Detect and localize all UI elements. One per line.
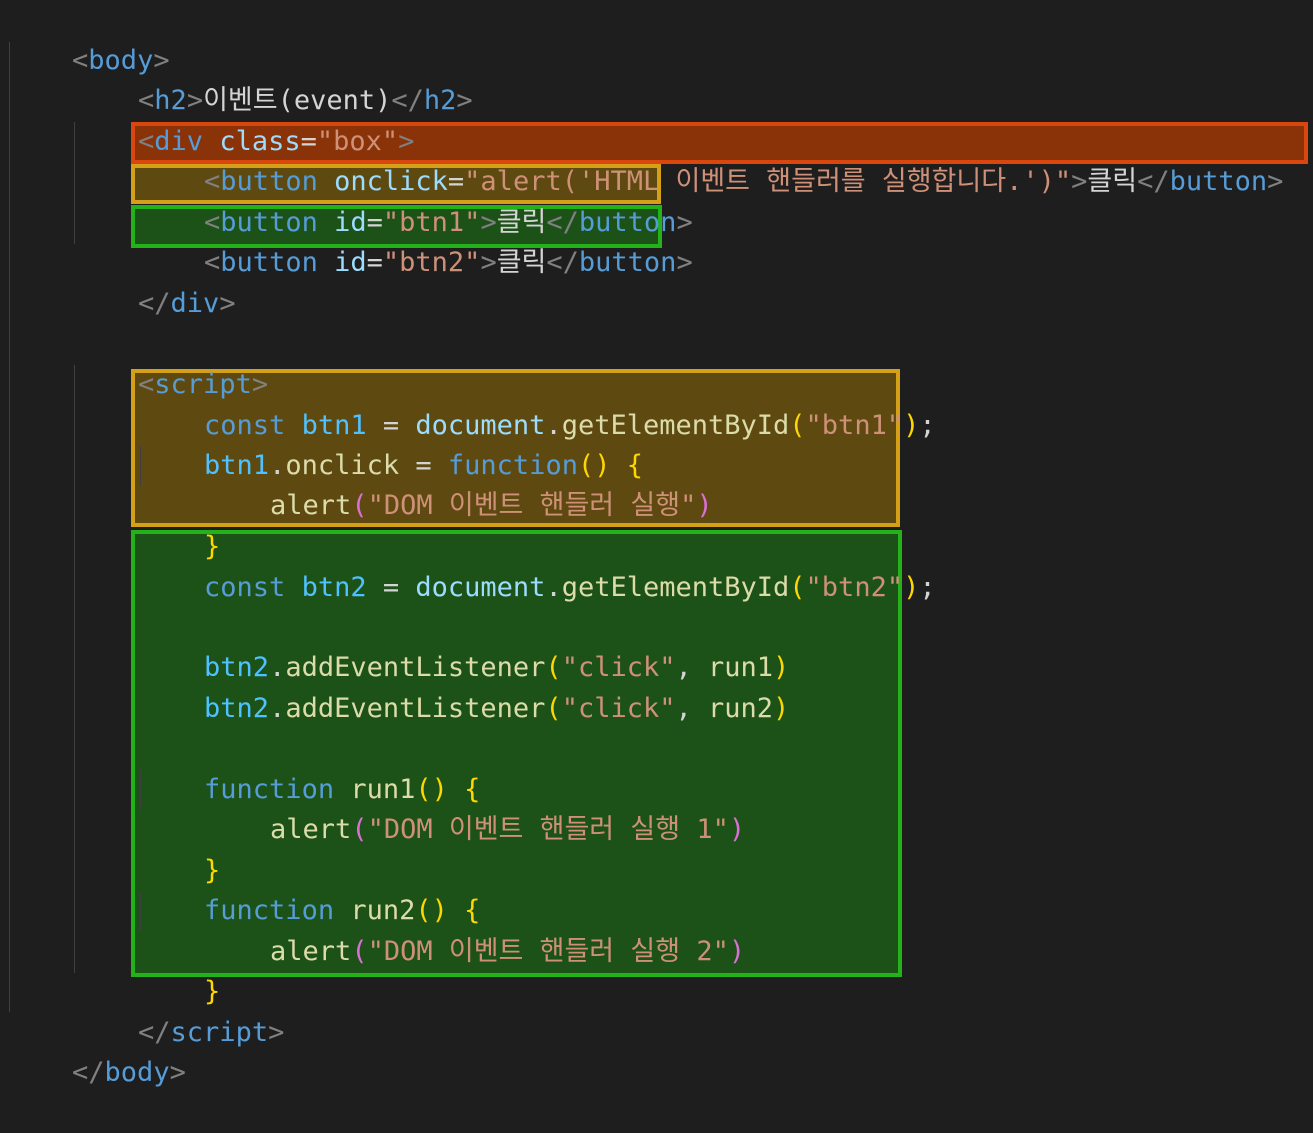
code-line-2[interactable]: <h2>이벤트(event)</h2> xyxy=(73,41,473,116)
token: ( xyxy=(789,572,806,603)
token: "btn1" xyxy=(805,410,904,441)
token: "DOM 이벤트 핸들러 실행 1" xyxy=(367,814,729,845)
token: . xyxy=(545,572,562,603)
token: h2 xyxy=(423,85,457,116)
token: ; xyxy=(919,410,936,441)
token: </ xyxy=(138,288,171,319)
code-line-1[interactable]: <body> xyxy=(7,1,170,76)
token: ( xyxy=(351,490,368,521)
code-line-19[interactable]: function run1() { xyxy=(139,730,480,805)
code-line-17[interactable]: btn2.addEventListener("click", run2) xyxy=(139,649,789,724)
token: > xyxy=(480,247,497,278)
code-line-24[interactable]: } xyxy=(139,932,220,1007)
token: </ xyxy=(1137,166,1170,197)
token: alert xyxy=(270,490,352,521)
token: ) xyxy=(903,410,920,441)
code-line-6[interactable]: <button id="btn2">클릭</button> xyxy=(139,203,693,278)
token: . xyxy=(269,693,286,724)
token: id xyxy=(334,247,367,278)
code-line-20[interactable]: alert("DOM 이벤트 핸들러 실행 1") xyxy=(205,770,745,845)
token: btn2 xyxy=(204,693,270,724)
token: > xyxy=(169,1057,186,1088)
token: getElementById xyxy=(561,572,790,603)
token: addEventListener xyxy=(285,693,546,724)
token: </ xyxy=(546,247,579,278)
token: alert xyxy=(270,814,352,845)
code-line-26[interactable]: </body> xyxy=(7,1013,186,1088)
token: ) xyxy=(728,814,746,845)
token: button xyxy=(578,247,677,278)
code-line-21[interactable]: } xyxy=(139,811,220,886)
token: document xyxy=(415,572,546,603)
token: > xyxy=(268,1017,285,1048)
token: ) xyxy=(903,572,920,603)
token: ( xyxy=(351,936,368,967)
token: alert xyxy=(270,936,352,967)
token: , xyxy=(675,693,708,724)
token: = xyxy=(366,247,383,278)
token: body xyxy=(104,1057,170,1088)
token: ( xyxy=(789,410,806,441)
code-line-9[interactable]: <script> xyxy=(73,325,268,400)
code-line-25[interactable]: </script> xyxy=(73,973,284,1048)
code-line-14[interactable]: const btn2 = document.getElementById("bt… xyxy=(139,528,936,603)
token: > xyxy=(456,85,473,116)
token: btn2 xyxy=(301,572,367,603)
token: > xyxy=(1267,166,1284,197)
token: "DOM 이벤트 핸들러 실행" xyxy=(367,490,697,521)
code-line-5[interactable]: <button id="btn1">클릭</button> xyxy=(139,163,693,238)
token: "btn2" xyxy=(382,247,481,278)
indent-guide xyxy=(9,42,10,1012)
code-line-4[interactable]: <button onclick="alert('HTML 이벤트 핸들러를 실행… xyxy=(139,122,1283,197)
code-editor[interactable]: <body> <h2>이벤트(event)</h2> <div class="b… xyxy=(0,0,1313,1088)
token: ( xyxy=(545,693,562,724)
code-line-13[interactable]: } xyxy=(139,487,220,562)
token: ; xyxy=(919,572,936,603)
token: const xyxy=(204,572,286,603)
token: > xyxy=(219,288,236,319)
code-line-22[interactable]: function run2() { xyxy=(139,851,480,926)
code-line-16[interactable]: btn2.addEventListener("click", run1) xyxy=(139,608,789,683)
token: </ xyxy=(72,1057,105,1088)
token: "btn2" xyxy=(805,572,904,603)
token: "click" xyxy=(561,693,676,724)
token: ) xyxy=(696,490,713,521)
code-line-12[interactable]: alert("DOM 이벤트 핸들러 실행") xyxy=(205,446,713,521)
code-line-7[interactable]: </div> xyxy=(73,244,236,319)
token: ) xyxy=(728,936,746,967)
token: button xyxy=(1169,166,1268,197)
code-line-3[interactable]: <div class="box"> xyxy=(73,82,414,157)
token: div xyxy=(170,288,220,319)
token: "DOM 이벤트 핸들러 실행 2" xyxy=(367,936,729,967)
token: ) xyxy=(773,693,790,724)
token: ( xyxy=(351,814,368,845)
token: = xyxy=(366,572,416,603)
code-line-11[interactable]: btn1.onclick = function() { xyxy=(139,406,643,481)
token: 클릭 xyxy=(1087,166,1138,197)
token: 클릭 xyxy=(496,247,547,278)
token: run2 xyxy=(708,693,774,724)
code-line-23[interactable]: alert("DOM 이벤트 핸들러 실행 2") xyxy=(205,892,745,967)
token: > xyxy=(676,247,693,278)
indent-guide xyxy=(74,365,75,973)
code-line-10[interactable]: const btn1 = document.getElementById("bt… xyxy=(139,366,936,441)
token: > xyxy=(1071,166,1088,197)
